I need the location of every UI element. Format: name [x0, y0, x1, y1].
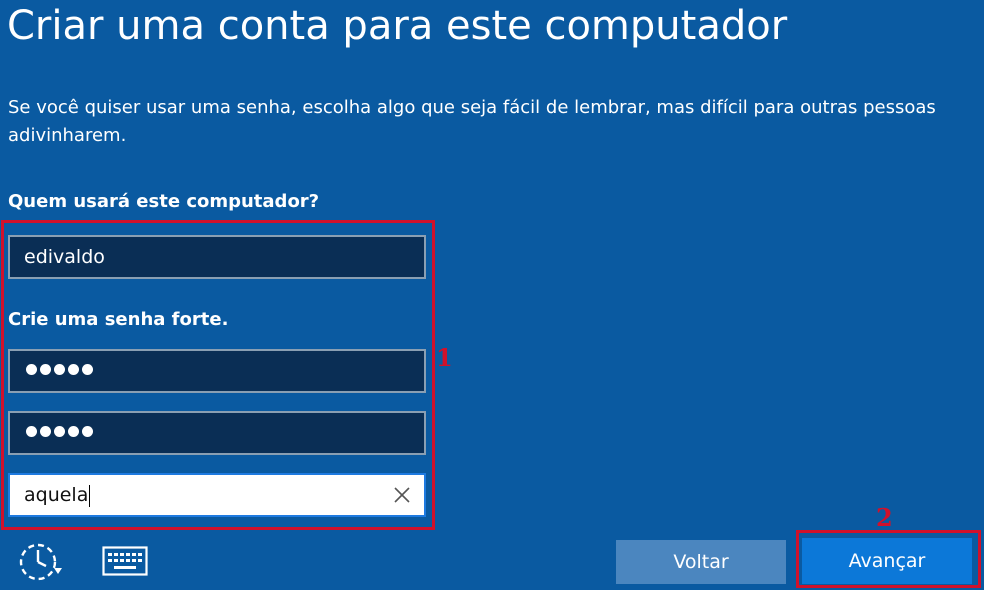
annotation-marker-2: 2 — [876, 503, 893, 532]
back-button[interactable]: Voltar — [616, 540, 786, 584]
next-button[interactable]: Avançar — [802, 538, 972, 584]
annotation-box-1 — [1, 220, 435, 530]
page-title: Criar uma conta para este computador — [7, 3, 788, 49]
keyboard-icon[interactable] — [102, 546, 148, 576]
username-label: Quem usará este computador? — [8, 191, 320, 212]
ease-of-access-icon[interactable] — [16, 540, 64, 584]
annotation-marker-1: 1 — [436, 343, 453, 372]
page-description: Se você quiser usar uma senha, escolha a… — [8, 97, 936, 146]
